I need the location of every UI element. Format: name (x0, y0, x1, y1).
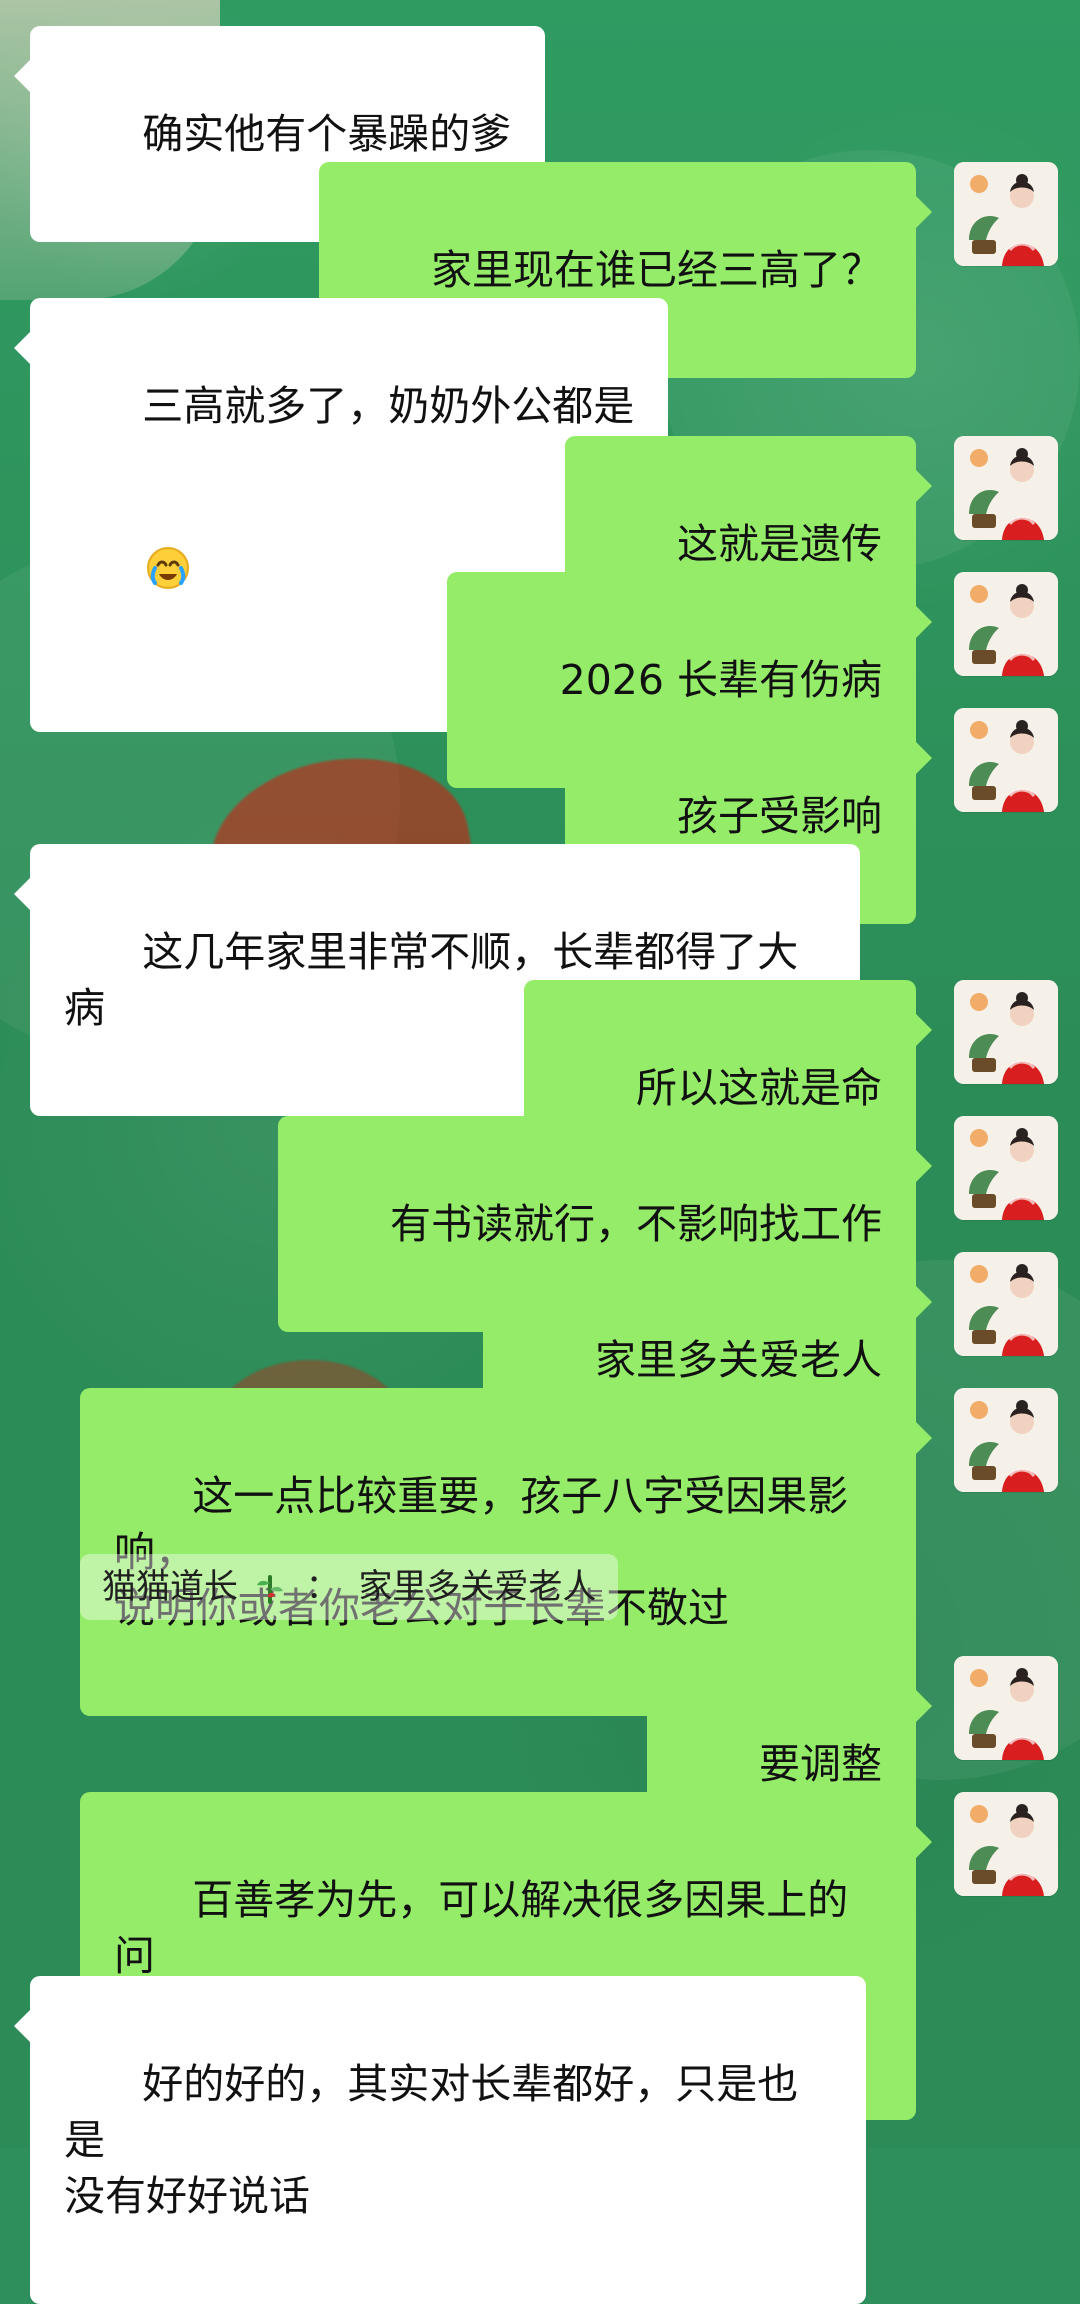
avatar[interactable] (954, 436, 1058, 540)
avatar[interactable] (954, 162, 1058, 266)
message-text: 2026 长辈有伤病 (559, 656, 882, 704)
avatar[interactable] (954, 1388, 1058, 1492)
message-text: 有书读就行，不影响找工作 (390, 1200, 882, 1248)
avatar[interactable] (954, 1792, 1058, 1896)
message-text: 所以这就是命 (636, 1064, 882, 1112)
message-text: 家里多关爱老人 (595, 1336, 882, 1384)
avatar-image (954, 1252, 1058, 1356)
quoted-separator: ： (305, 1567, 340, 1607)
avatar-image (954, 572, 1058, 676)
avatar-image (954, 980, 1058, 1084)
quoted-text: 家里多关爱老人 (358, 1567, 597, 1607)
avatar[interactable] (954, 1252, 1058, 1356)
message-text: 要调整 (759, 1740, 882, 1788)
avatar-image (954, 1116, 1058, 1220)
quoted-sender: 猫猫道长 (102, 1567, 238, 1607)
avatar[interactable] (954, 708, 1058, 812)
avatar-image (954, 1792, 1058, 1896)
message-text: 三高就多了，奶奶外公都是 (142, 382, 635, 430)
avatar-image (954, 436, 1058, 540)
crying-face-emoji (146, 434, 190, 589)
avatar[interactable] (954, 572, 1058, 676)
chat-thread: 确实他有个暴躁的爹 家里现在谁已经三高了？ 三高就多了，奶奶外公都是 这就是遗传… (0, 0, 1080, 2304)
quoted-message[interactable]: 猫猫道长 ： 家里多关爱老人 (80, 1554, 619, 1620)
avatar-image (954, 708, 1058, 812)
bamboo-emoji (253, 1561, 287, 1604)
avatar[interactable] (954, 1116, 1058, 1220)
message-text: 好的好的，其实对长辈都好，只是也是 没有好好说话 (64, 2060, 799, 2220)
avatar-image (954, 162, 1058, 266)
message-text: 家里现在谁已经三高了？ (431, 246, 882, 294)
avatar-image (954, 1656, 1058, 1760)
message-text: 孩子受影响 (677, 792, 882, 840)
message-text: 这就是遗传 (677, 520, 882, 568)
avatar[interactable] (954, 980, 1058, 1084)
message-text: 确实他有个暴躁的爹 (142, 110, 512, 158)
message-bubble-received[interactable]: 好的好的，其实对长辈都好，只是也是 没有好好说话 (14, 1976, 866, 2304)
avatar[interactable] (954, 1656, 1058, 1760)
avatar-image (954, 1388, 1058, 1492)
